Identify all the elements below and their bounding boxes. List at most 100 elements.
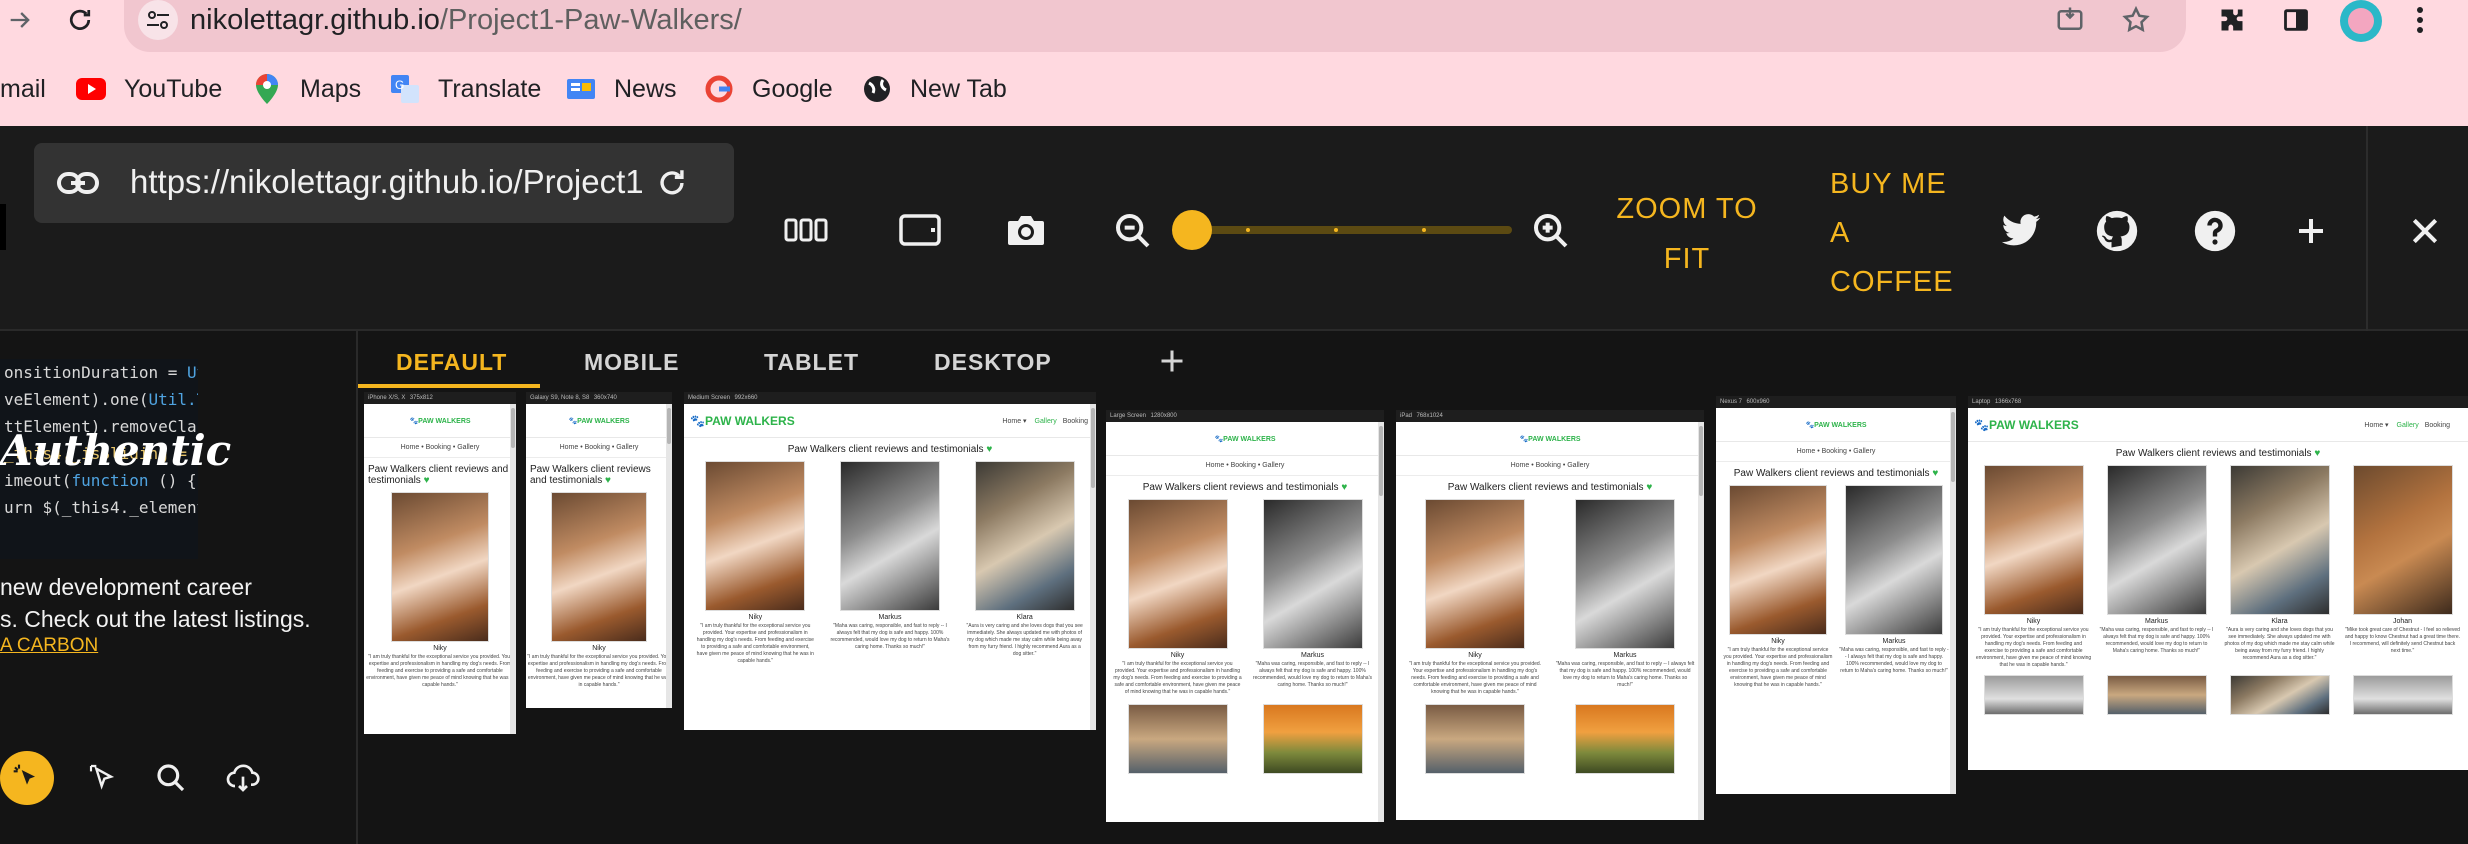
refresh-icon[interactable] (652, 163, 692, 203)
rotate-device-icon[interactable] (894, 204, 946, 256)
screenshot-camera-icon[interactable] (1000, 204, 1052, 256)
zoom-slider-thumb[interactable] (1172, 210, 1212, 250)
ad-text-line: new development career (0, 574, 252, 600)
bookmark-translate[interactable]: G Translate (390, 68, 541, 110)
site-crumbs[interactable]: Home • Booking • Gallery (1106, 456, 1384, 476)
tab-tablet[interactable]: TABLET (764, 349, 859, 376)
device-scrollbar[interactable] (1950, 408, 1956, 794)
device-label: iPhone X/S, X (368, 395, 406, 401)
site-crumbs[interactable]: Home • Booking • Gallery (364, 438, 516, 458)
reviewer-photo (551, 492, 647, 642)
device-preview-nexus-7[interactable]: Nexus 7 600x960 🐾PAW WALKERS Home • Book… (1716, 396, 1956, 794)
site-logo[interactable]: 🐾PAW WALKERS (690, 414, 795, 428)
scroll-thumb[interactable] (1951, 412, 1955, 482)
browser-menu-icon[interactable] (2400, 0, 2440, 40)
bookmark-news[interactable]: News (566, 68, 677, 110)
site-logo[interactable]: 🐾PAW WALKERS (1214, 435, 1275, 443)
reviewer-quote: "I am truly thankful for the exceptional… (1723, 647, 1833, 688)
device-scrollbar[interactable] (1090, 404, 1096, 730)
side-panel-icon[interactable] (2276, 0, 2316, 40)
bookmark-label: Google (752, 74, 833, 103)
reviewer-photo (974, 461, 1075, 611)
nav-home[interactable]: Home (2364, 422, 2383, 429)
device-scrollbar[interactable] (1698, 422, 1704, 820)
site-settings-icon[interactable] (138, 0, 178, 40)
scroll-thumb[interactable] (1699, 426, 1703, 496)
zoom-to-fit-line: ZOOM TO (1616, 193, 1758, 225)
tab-desktop[interactable]: DESKTOP (934, 349, 1052, 376)
bookmark-google[interactable]: Google (704, 68, 833, 110)
review-card: Markus "Maha was caring, responsible, an… (1555, 499, 1695, 696)
site-crumbs[interactable]: Home • Booking • Gallery (1396, 456, 1704, 476)
reviewer-name: Klara (1016, 614, 1033, 621)
nav-gallery[interactable]: Gallery (2397, 422, 2419, 429)
zoom-in-icon[interactable] (1526, 206, 1576, 256)
add-tab-icon[interactable] (1152, 341, 1192, 381)
install-app-icon[interactable] (2050, 0, 2090, 40)
device-preview-ipad[interactable]: iPad 768x1024 🐾PAW WALKERS Home • Bookin… (1396, 410, 1704, 820)
reviewer-name: Niky (1468, 652, 1482, 659)
zoom-slider-track[interactable] (1196, 226, 1512, 234)
site-logo[interactable]: 🐾PAW WALKERS (1805, 421, 1866, 429)
tab-mobile[interactable]: MOBILE (584, 349, 679, 376)
site-crumbs[interactable]: Home • Booking • Gallery (1716, 442, 1956, 462)
device-preview-iphone[interactable]: iPhone X/S, X 375x812 🐾PAW WALKERS Home … (364, 392, 516, 734)
site-heading: Paw Walkers client reviews and testimoni… (530, 464, 651, 486)
zoom-to-fit-button[interactable]: ZOOM TO FIT (1612, 184, 1762, 284)
scroll-thumb[interactable] (1379, 426, 1383, 496)
preview-url-field[interactable]: https://nikolettagr.github.io/Project1 (34, 143, 734, 223)
review-cards: Niky "I am truly thankful for the except… (1106, 499, 1384, 696)
twitter-icon[interactable] (1996, 206, 2046, 256)
device-preview-large-screen[interactable]: Large Screen 1280x800 🐾PAW WALKERS Home … (1106, 410, 1384, 822)
zoom-out-icon[interactable] (1108, 206, 1158, 256)
forward-arrow-icon[interactable] (0, 0, 40, 40)
ad-carbon-link[interactable]: A CARBON (0, 635, 98, 657)
preview-url-text[interactable]: https://nikolettagr.github.io/Project1 (130, 163, 644, 201)
close-icon[interactable] (2400, 206, 2450, 256)
site-logo[interactable]: 🐾PAW WALKERS (1974, 418, 2079, 432)
github-icon[interactable] (2092, 206, 2142, 256)
zoom-tick (1334, 228, 1338, 232)
device-scrollbar[interactable] (666, 404, 672, 708)
scroll-thumb[interactable] (667, 408, 671, 444)
reviewer-name: Niky (1170, 652, 1185, 659)
site-logo[interactable]: 🐾PAW WALKERS (409, 417, 470, 425)
bookmark-maps[interactable]: Maps (252, 68, 361, 110)
reload-icon[interactable] (60, 0, 100, 40)
news-icon (566, 74, 596, 104)
scroll-thumb[interactable] (1091, 408, 1095, 488)
add-icon[interactable] (2286, 206, 2336, 256)
bookmark-new-tab[interactable]: New Tab (862, 68, 1007, 110)
review-card: Niky "I am truly thankful for the except… (1976, 465, 2092, 669)
site-logo[interactable]: 🐾PAW WALKERS (568, 417, 629, 425)
address-bar[interactable]: nikolettagr.github.io/Project1-Paw-Walke… (124, 0, 2186, 52)
bookmark-gmail[interactable]: mail (0, 68, 46, 110)
inspect-cursor-icon[interactable] (0, 751, 54, 805)
nav-home[interactable]: Home (1002, 418, 1021, 425)
pointer-select-icon[interactable] (76, 751, 130, 805)
device-preview-medium-screen[interactable]: Medium Screen 992x660 🐾PAW WALKERS Home … (684, 392, 1096, 730)
tab-default[interactable]: DEFAULT (396, 349, 507, 376)
profile-avatar[interactable] (2340, 0, 2382, 42)
device-label: Medium Screen (688, 395, 731, 401)
reviewer-quote: "Maha was caring, responsible, and fast … (2099, 627, 2214, 654)
device-preview-galaxy[interactable]: Galaxy S9, Note 8, S8 360x740 🐾PAW WALKE… (526, 392, 672, 708)
search-icon[interactable] (144, 751, 198, 805)
site-crumbs[interactable]: Home • Booking • Gallery (526, 438, 672, 458)
device-preview-laptop[interactable]: Laptop 1366x768 🐾PAW WALKERS Home ▾ Gall… (1968, 396, 2468, 770)
zoom-tick (1246, 228, 1250, 232)
site-logo[interactable]: 🐾PAW WALKERS (1519, 435, 1580, 443)
nav-booking[interactable]: Booking (1063, 418, 1088, 425)
bookmark-youtube[interactable]: YouTube (76, 68, 222, 110)
device-scrollbar[interactable] (1378, 422, 1384, 822)
nav-gallery[interactable]: Gallery (1035, 418, 1057, 425)
device-scrollbar[interactable] (510, 404, 516, 734)
columns-view-icon[interactable] (780, 204, 832, 256)
bookmark-star-icon[interactable] (2116, 0, 2156, 40)
help-icon[interactable] (2190, 206, 2240, 256)
extensions-icon[interactable] (2212, 0, 2252, 40)
scroll-thumb[interactable] (511, 408, 515, 448)
nav-booking[interactable]: Booking (2425, 422, 2450, 429)
buy-me-a-coffee-button[interactable]: BUY ME A COFFEE (1830, 160, 1953, 307)
download-cloud-icon[interactable] (216, 751, 270, 805)
